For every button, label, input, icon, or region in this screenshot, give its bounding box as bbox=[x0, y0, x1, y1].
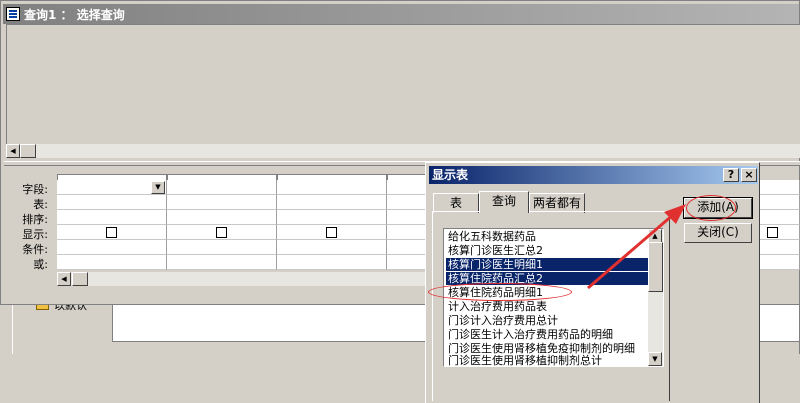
tab-tables[interactable]: 表 bbox=[433, 193, 479, 213]
list-scroll-thumb[interactable] bbox=[648, 242, 663, 292]
grid-cell-table[interactable] bbox=[167, 195, 277, 210]
grid-cell-sort[interactable] bbox=[57, 210, 167, 225]
grid-label-table: 表: bbox=[33, 198, 48, 211]
list-item[interactable]: 门诊医生计入治疗费用药品的明细 bbox=[446, 328, 648, 341]
query-window-title: 查询1 ： 选择查询 bbox=[24, 7, 125, 22]
show-checkbox[interactable] bbox=[767, 227, 778, 238]
grid-horizontal-scrollbar[interactable] bbox=[57, 272, 427, 286]
field-dropdown-button[interactable]: ▼ bbox=[151, 181, 165, 194]
help-button[interactable]: ? bbox=[723, 168, 739, 182]
grid-cell-field[interactable] bbox=[387, 180, 427, 195]
grid-cell-field[interactable] bbox=[760, 180, 800, 195]
list-item[interactable]: 给化五科数据药品 bbox=[446, 230, 648, 243]
grid-scroll-left-button[interactable]: ◀ bbox=[57, 272, 71, 286]
query-icon bbox=[6, 7, 20, 21]
query-listbox[interactable]: 给化五科数据药品 核算门诊医生汇总2 核算门诊医生明细1 核算住院药品汇总2 核… bbox=[443, 228, 664, 367]
upper-horizontal-scrollbar[interactable] bbox=[6, 144, 800, 158]
close-dialog-button[interactable]: 关闭(C) bbox=[684, 223, 752, 243]
grid-cell-table[interactable] bbox=[760, 195, 800, 210]
scroll-left-button[interactable]: ◀ bbox=[6, 144, 20, 158]
grid-label-or: 或: bbox=[33, 258, 48, 271]
list-item[interactable]: 计入治疗费用药品表 bbox=[446, 300, 648, 313]
query-window-titlebar[interactable]: 查询1 ： 选择查询 bbox=[3, 4, 799, 24]
add-button[interactable]: 添加(A) bbox=[683, 197, 753, 219]
show-checkbox[interactable] bbox=[106, 227, 117, 238]
grid-cell-field[interactable] bbox=[277, 180, 387, 195]
table-design-area[interactable] bbox=[6, 24, 800, 144]
grid-cell-criteria[interactable] bbox=[387, 240, 427, 255]
grid-cell-sort[interactable] bbox=[167, 210, 277, 225]
scroll-thumb[interactable] bbox=[20, 144, 36, 158]
grid-cell-show bbox=[760, 225, 800, 240]
grid-cell-table[interactable] bbox=[387, 195, 427, 210]
grid-label-sort: 排序: bbox=[22, 213, 48, 226]
grid-cell-table[interactable] bbox=[277, 195, 387, 210]
grid-cell-criteria[interactable] bbox=[167, 240, 277, 255]
grid-cell-or[interactable] bbox=[57, 255, 167, 270]
list-item[interactable]: 门诊计入治疗费用总计 bbox=[446, 314, 648, 327]
list-item[interactable]: 门诊医生使用肾移植抑制剂总计 bbox=[446, 354, 648, 366]
grid-cell-or[interactable] bbox=[167, 255, 277, 270]
list-item[interactable]: 核算门诊医生汇总2 bbox=[446, 244, 648, 257]
grid-scroll-thumb[interactable] bbox=[72, 272, 88, 286]
scroll-up-button[interactable]: ▲ bbox=[648, 229, 662, 243]
show-checkbox[interactable] bbox=[326, 227, 337, 238]
grid-label-field: 字段: bbox=[22, 183, 48, 196]
close-button[interactable]: × bbox=[741, 168, 757, 182]
grid-cell-or[interactable] bbox=[760, 255, 800, 270]
grid-cell-sort[interactable] bbox=[387, 210, 427, 225]
grid-cell-table[interactable] bbox=[57, 195, 167, 210]
list-item-selected[interactable]: 核算门诊医生明细1 bbox=[446, 258, 648, 271]
grid-cell-criteria[interactable] bbox=[760, 240, 800, 255]
grid-cell-criteria[interactable] bbox=[57, 240, 167, 255]
dialog-title: 显示表 bbox=[432, 168, 469, 182]
tab-both[interactable]: 两者都有 bbox=[529, 193, 585, 213]
grid-label-show: 显示: bbox=[22, 228, 48, 241]
grid-cell-sort[interactable] bbox=[277, 210, 387, 225]
list-item[interactable]: 核算住院药品明细1 bbox=[446, 286, 648, 299]
grid-cell-or[interactable] bbox=[387, 255, 427, 270]
grid-label-criteria: 条件: bbox=[22, 243, 48, 256]
grid-cell-field[interactable] bbox=[167, 180, 277, 195]
list-item-selected[interactable]: 核算住院药品汇总2 bbox=[446, 272, 648, 285]
scroll-down-button[interactable]: ▼ bbox=[648, 352, 662, 366]
tab-queries[interactable]: 查询 bbox=[479, 191, 529, 213]
show-checkbox[interactable] bbox=[216, 227, 227, 238]
grid-cell-criteria[interactable] bbox=[277, 240, 387, 255]
grid-cell-or[interactable] bbox=[277, 255, 387, 270]
dialog-titlebar[interactable]: 显示表 ? × bbox=[429, 166, 758, 184]
grid-cell-sort[interactable] bbox=[760, 210, 800, 225]
grid-cell-show bbox=[387, 225, 427, 240]
